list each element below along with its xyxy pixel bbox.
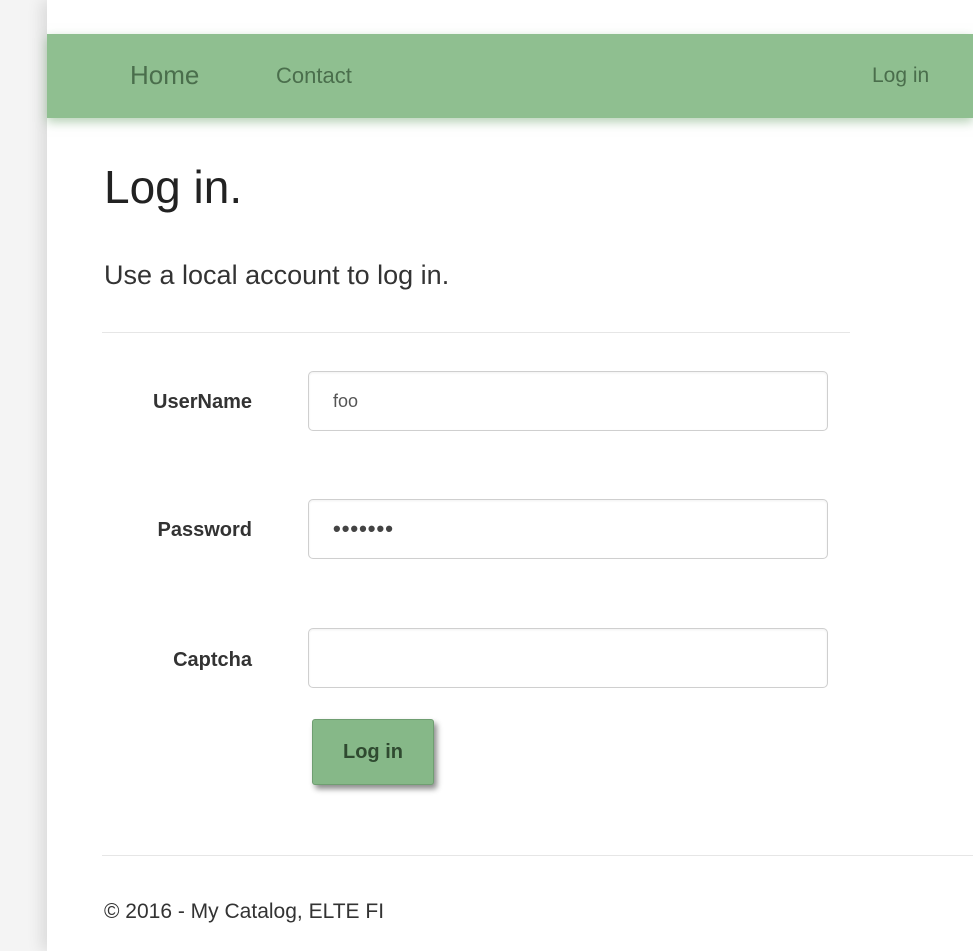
username-input[interactable] xyxy=(308,371,828,431)
captcha-input[interactable] xyxy=(308,628,828,688)
footer-text: © 2016 - My Catalog, ELTE FI xyxy=(104,900,385,923)
nav-login-link[interactable]: Log in xyxy=(872,64,929,88)
password-input[interactable] xyxy=(308,499,828,559)
username-label: UserName xyxy=(153,391,252,413)
page-container xyxy=(47,0,973,951)
captcha-label: Captcha xyxy=(173,649,252,671)
nav-contact-link[interactable]: Contact xyxy=(276,63,352,89)
page-subtitle: Use a local account to log in. xyxy=(104,260,450,290)
page-title: Log in. xyxy=(104,161,243,213)
divider-top xyxy=(102,332,850,333)
password-label: Password xyxy=(157,519,252,541)
login-button[interactable]: Log in xyxy=(312,719,434,785)
divider-bottom xyxy=(102,855,973,856)
nav-home-link[interactable]: Home xyxy=(130,60,199,91)
